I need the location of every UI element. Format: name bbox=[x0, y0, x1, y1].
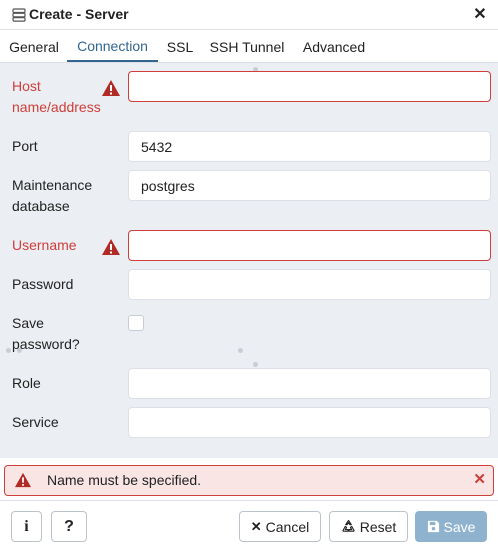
save-button[interactable]: Save bbox=[415, 511, 487, 542]
reset-label: Reset bbox=[359, 518, 397, 535]
tab-bar: General Connection SSL SSH Tunnel Advanc… bbox=[0, 31, 498, 63]
host-input[interactable] bbox=[128, 71, 491, 102]
connection-form: Host name/address Port Maintenance datab… bbox=[0, 63, 498, 458]
port-input[interactable] bbox=[128, 131, 491, 162]
maintenance-db-label: Maintenance database bbox=[12, 175, 92, 217]
create-server-dialog: Create - Server ✕ General Connection SSL… bbox=[0, 0, 498, 546]
decor-dot bbox=[253, 362, 258, 367]
info-button[interactable]: i bbox=[11, 511, 42, 542]
role-label: Role bbox=[12, 375, 41, 391]
username-input[interactable] bbox=[128, 230, 491, 261]
save-password-label: Save password? bbox=[12, 313, 80, 355]
error-message-bar: Name must be specified. ✕ bbox=[4, 465, 494, 496]
username-warning-icon bbox=[101, 238, 121, 256]
save-password-label-line1: Save bbox=[12, 315, 44, 331]
dismiss-error-icon[interactable]: ✕ bbox=[473, 470, 486, 488]
close-icon: ✕ bbox=[250, 518, 262, 534]
service-input[interactable] bbox=[128, 407, 491, 438]
save-password-checkbox[interactable] bbox=[128, 315, 144, 331]
username-label: Username bbox=[12, 237, 77, 253]
port-label: Port bbox=[12, 138, 38, 154]
decor-dot bbox=[6, 348, 11, 353]
cancel-label: Cancel bbox=[265, 518, 310, 535]
maintenance-db-label-line2: database bbox=[12, 198, 70, 214]
role-input[interactable] bbox=[128, 368, 491, 399]
close-icon[interactable]: ✕ bbox=[470, 3, 490, 25]
password-label: Password bbox=[12, 276, 74, 292]
password-input[interactable] bbox=[128, 269, 491, 300]
dialog-titlebar[interactable]: Create - Server ✕ bbox=[0, 0, 498, 30]
recycle-icon bbox=[341, 519, 356, 534]
server-icon bbox=[12, 8, 26, 22]
save-password-label-line2: password? bbox=[12, 336, 80, 352]
decor-dot bbox=[17, 348, 22, 353]
host-label-line2: name/address bbox=[12, 99, 101, 115]
maintenance-db-input[interactable] bbox=[128, 170, 491, 201]
host-warning-icon bbox=[101, 79, 121, 97]
tab-advanced[interactable]: Advanced bbox=[298, 31, 370, 62]
reset-button[interactable]: Reset bbox=[329, 511, 408, 542]
tab-connection[interactable]: Connection bbox=[67, 31, 158, 62]
host-label: Host name/address bbox=[12, 76, 101, 118]
tab-ssl[interactable]: SSL bbox=[162, 31, 198, 62]
save-label: Save bbox=[443, 518, 476, 535]
tab-general[interactable]: General bbox=[4, 31, 64, 62]
dialog-title: Create - Server bbox=[29, 6, 129, 22]
warning-icon bbox=[14, 472, 32, 488]
service-label: Service bbox=[12, 414, 59, 430]
dialog-footer: i ? ✕ Cancel Reset Save bbox=[0, 500, 498, 546]
host-label-line1: Host bbox=[12, 78, 41, 94]
error-message-text: Name must be specified. bbox=[47, 472, 202, 488]
tab-ssh-tunnel[interactable]: SSH Tunnel bbox=[206, 31, 288, 62]
help-button[interactable]: ? bbox=[51, 511, 87, 542]
decor-dot bbox=[238, 348, 243, 353]
cancel-button[interactable]: ✕ Cancel bbox=[239, 511, 321, 542]
maintenance-db-label-line1: Maintenance bbox=[12, 177, 93, 193]
floppy-disk-icon bbox=[427, 520, 440, 533]
